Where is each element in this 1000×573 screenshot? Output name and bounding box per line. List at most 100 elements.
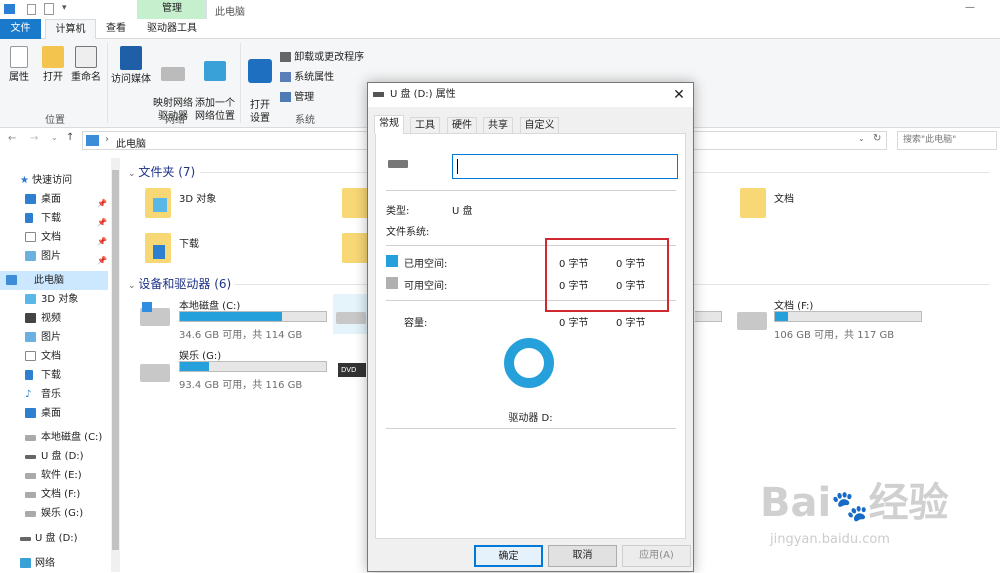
download-arrow-icon xyxy=(153,245,165,259)
drive-icon xyxy=(140,364,170,382)
drive-c-name[interactable]: 本地磁盘 (C:) xyxy=(179,297,240,312)
nav-3d-objects[interactable]: 3D 对象 xyxy=(25,290,78,309)
folder-icon xyxy=(740,188,766,218)
nav-network[interactable]: 网络 xyxy=(20,554,55,573)
properties-button[interactable]: 属性 xyxy=(4,46,34,84)
properties-dialog: U 盘 (D:) 属性 ✕ 常规 工具 硬件 共享 自定义 类型: U 盘 文件… xyxy=(367,82,694,572)
nav-documents-pc[interactable]: 文档 xyxy=(25,347,61,366)
tab-sharing[interactable]: 共享 xyxy=(483,117,513,134)
add-network-location-button[interactable]: 添加一个 网络位置 xyxy=(194,46,236,123)
this-pc-icon xyxy=(6,275,17,285)
nav-usb-root[interactable]: U 盘 (D:) xyxy=(20,529,78,548)
nav-drive-g[interactable]: 娱乐 (G:) xyxy=(25,504,83,523)
nav-drive-f[interactable]: 文档 (F:) xyxy=(25,485,80,504)
tab-file[interactable]: 文件 xyxy=(0,19,41,39)
drive-icon xyxy=(25,473,36,479)
context-tab-label: 管理 xyxy=(162,3,182,14)
nav-scrollbar-thumb[interactable] xyxy=(112,170,119,550)
rename-button[interactable]: 重命名 xyxy=(68,46,104,84)
nav-videos[interactable]: 视频 xyxy=(25,309,61,328)
chevron-down-icon[interactable]: ▾ xyxy=(62,3,67,13)
tab-view[interactable]: 查看 xyxy=(98,19,134,39)
nav-documents[interactable]: 文档 xyxy=(25,228,61,247)
search-input[interactable]: 搜索"此电脑" xyxy=(897,131,997,150)
desktop-icon xyxy=(25,194,36,204)
checkmark-icon xyxy=(280,72,291,82)
close-icon[interactable]: ✕ xyxy=(671,83,687,107)
drives-header[interactable]: ⌄ 设备和驱动器 (6) xyxy=(128,275,231,292)
forward-icon[interactable]: → xyxy=(30,133,38,144)
nav-downloads[interactable]: 下载 xyxy=(25,209,61,228)
ok-button[interactable]: 确定 xyxy=(474,545,543,567)
highlight-box xyxy=(545,238,669,312)
up-icon[interactable]: ↑ xyxy=(66,132,74,143)
access-media-button[interactable]: 访问媒体 xyxy=(111,46,151,86)
folder-documents[interactable]: 文档 xyxy=(774,190,794,205)
type-label: 类型: xyxy=(386,206,410,217)
nav-this-pc[interactable]: 此电脑 xyxy=(0,271,108,290)
drive-c-usage-bar xyxy=(179,311,327,322)
back-icon[interactable]: ← xyxy=(8,133,16,144)
nav-label: 本地磁盘 (C:) xyxy=(41,432,103,443)
drive-g-name[interactable]: 娱乐 (G:) xyxy=(179,347,221,362)
group-label-location: 位置 xyxy=(45,115,65,126)
nav-desktop[interactable]: 桌面 xyxy=(25,190,61,209)
dialog-titlebar[interactable]: U 盘 (D:) 属性 xyxy=(368,83,693,107)
refresh-icon[interactable]: ↻ xyxy=(873,133,881,144)
tab-tools[interactable]: 工具 xyxy=(410,117,440,134)
rename-label: 重命名 xyxy=(71,72,101,83)
tab-customize[interactable]: 自定义 xyxy=(520,117,559,134)
usb-drive-icon xyxy=(388,160,408,168)
tab-drive-tools[interactable]: 驱动器工具 xyxy=(137,19,207,39)
system-properties-button[interactable]: 系统属性 xyxy=(280,68,334,83)
fs-label: 文件系统: xyxy=(386,227,430,238)
nav-quick-access[interactable]: ★ 快速访问 xyxy=(20,171,72,190)
nav-label: 此电脑 xyxy=(34,275,64,286)
music-note-icon: ♪ xyxy=(25,389,32,400)
apply-button[interactable]: 应用(A) xyxy=(622,545,691,567)
text-cursor xyxy=(457,159,458,174)
folder-3d-objects[interactable]: 3D 对象 xyxy=(179,190,216,205)
manage-button[interactable]: 管理 xyxy=(280,88,314,103)
address-dropdown-icon[interactable]: ⌄ xyxy=(858,134,865,143)
recent-chevron-icon[interactable]: ⌄ xyxy=(51,133,58,142)
usb-drive-icon xyxy=(373,92,384,97)
nav-drive-c[interactable]: 本地磁盘 (C:) xyxy=(25,428,102,447)
cancel-button[interactable]: 取消 xyxy=(548,545,617,567)
tab-computer[interactable]: 计算机 xyxy=(45,19,96,39)
nav-downloads-pc[interactable]: 下载 xyxy=(25,366,61,385)
minimize-icon[interactable]: — xyxy=(965,2,975,13)
uninstall-program-button[interactable]: 卸载或更改程序 xyxy=(280,48,364,63)
drive-f-name[interactable]: 文档 (F:) xyxy=(774,297,813,312)
gear-icon xyxy=(248,59,272,83)
breadcrumb-chevron-icon[interactable]: › xyxy=(105,134,109,145)
usage-fill xyxy=(180,362,210,371)
dvd-drive-icon[interactable]: DVD xyxy=(338,363,366,377)
nav-music[interactable]: ♪ 音乐 xyxy=(25,385,61,404)
picture-icon xyxy=(25,332,36,342)
pin-icon[interactable]: 📌 📌 📌 📌 xyxy=(97,194,107,270)
nav-desktop-pc[interactable]: 桌面 xyxy=(25,404,61,423)
capacity-bytes: 0 字节 xyxy=(559,318,589,329)
nav-drive-e[interactable]: 软件 (E:) xyxy=(25,466,82,485)
nav-pictures[interactable]: 图片 xyxy=(25,247,61,266)
ribbon-tabs: 文件 计算机 查看 驱动器工具 xyxy=(0,19,1000,39)
new-folder-icon[interactable] xyxy=(27,4,36,15)
tab-general[interactable]: 常规 xyxy=(374,115,404,134)
drive-label-input[interactable] xyxy=(452,154,678,179)
document-icon xyxy=(25,351,36,361)
open-settings-button[interactable]: 打开 设置 xyxy=(244,46,276,125)
uninstall-program-label: 卸载或更改程序 xyxy=(294,52,365,63)
folders-header[interactable]: ⌄ 文件夹 (7) xyxy=(128,163,195,180)
baidu-watermark-logo: Bai🐾经验 xyxy=(760,480,949,526)
tab-hardware[interactable]: 硬件 xyxy=(447,117,477,134)
open-button[interactable]: 打开 xyxy=(38,46,68,84)
nav-drive-d[interactable]: U 盘 (D:) xyxy=(25,447,84,466)
drive-d-tile[interactable] xyxy=(333,294,367,334)
drive-g-usage-bar xyxy=(179,361,327,372)
nav-pictures-pc[interactable]: 图片 xyxy=(25,328,61,347)
folder-downloads[interactable]: 下载 xyxy=(179,235,199,250)
properties-icon[interactable] xyxy=(44,3,54,15)
chevron-down-icon: ⌄ xyxy=(128,281,139,291)
breadcrumb[interactable]: 此电脑 xyxy=(116,135,146,150)
